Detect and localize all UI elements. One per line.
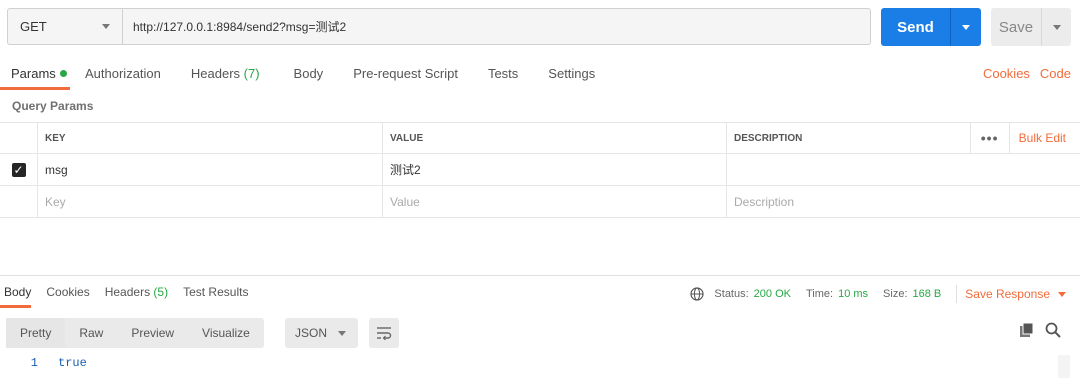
- search-icon[interactable]: [1045, 322, 1061, 338]
- line-number: 1: [30, 356, 38, 370]
- query-params-title: Query Params: [12, 99, 94, 113]
- table-header: KEY VALUE DESCRIPTION ••• Bulk Edit: [0, 122, 1080, 154]
- table-row-new: Key Value Description: [0, 186, 1080, 218]
- chevron-down-icon: [962, 24, 970, 30]
- chevron-down-icon: [338, 330, 346, 336]
- tab-params[interactable]: Params: [0, 60, 70, 90]
- tab-pre-request-script[interactable]: Pre-request Script: [353, 60, 458, 90]
- column-value: VALUE: [382, 123, 726, 153]
- scrollbar[interactable]: [1058, 355, 1070, 378]
- response-body-line: 1 true: [0, 356, 87, 376]
- column-key: KEY: [37, 123, 382, 153]
- status-label: Status:: [714, 288, 749, 300]
- pane-divider[interactable]: [0, 275, 1080, 276]
- save-response-button[interactable]: Save Response: [965, 287, 1066, 301]
- code-text: true: [58, 356, 87, 370]
- tab-headers[interactable]: Headers (7): [191, 60, 260, 90]
- view-mode-group: Pretty Raw Preview Visualize: [6, 318, 264, 348]
- tab-settings[interactable]: Settings: [548, 60, 595, 90]
- more-options-icon[interactable]: •••: [969, 123, 1010, 153]
- save-options-button[interactable]: [1041, 8, 1071, 46]
- method-value: GET: [20, 19, 47, 34]
- headers-count: (7): [243, 66, 260, 81]
- param-value-cell[interactable]: 测试2: [382, 154, 726, 185]
- response-headers-count: (5): [153, 285, 169, 299]
- view-pretty-button[interactable]: Pretty: [6, 318, 66, 348]
- chevron-down-icon: [1052, 24, 1061, 30]
- bulk-edit-link[interactable]: Bulk Edit: [1010, 131, 1080, 145]
- response-tabs: Body Cookies Headers (5) Test Results: [0, 282, 263, 308]
- view-visualize-button[interactable]: Visualize: [188, 318, 264, 348]
- url-value: http://127.0.0.1:8984/send2?msg=测试2: [133, 20, 347, 34]
- format-value: JSON: [295, 326, 328, 340]
- response-tab-test-results[interactable]: Test Results: [183, 282, 248, 308]
- send-button[interactable]: Send: [881, 8, 950, 46]
- method-select[interactable]: GET: [7, 8, 123, 45]
- params-table: KEY VALUE DESCRIPTION ••• Bulk Edit ✓ ms…: [0, 122, 1080, 218]
- chevron-down-icon: [102, 24, 110, 29]
- save-button[interactable]: Save: [991, 8, 1041, 46]
- chevron-down-icon: [1058, 291, 1066, 297]
- size-value[interactable]: 168 B: [913, 288, 942, 300]
- tab-body[interactable]: Body: [294, 60, 324, 90]
- cookies-link[interactable]: Cookies: [983, 66, 1030, 81]
- param-description-cell[interactable]: [726, 154, 1080, 185]
- format-select[interactable]: JSON: [285, 318, 358, 348]
- table-row: ✓ msg 测试2: [0, 154, 1080, 186]
- time-label: Time:: [805, 288, 834, 300]
- copy-icon[interactable]: [1019, 322, 1035, 338]
- divider: [956, 285, 958, 303]
- url-input[interactable]: http://127.0.0.1:8984/send2?msg=测试2: [123, 8, 871, 45]
- wrap-lines-button[interactable]: [369, 318, 399, 348]
- send-options-button[interactable]: [950, 8, 981, 46]
- globe-icon[interactable]: [690, 287, 705, 301]
- size-label: Size:: [883, 288, 908, 300]
- wrap-icon: [377, 327, 392, 340]
- code-link[interactable]: Code: [1040, 66, 1071, 81]
- tab-tests[interactable]: Tests: [488, 60, 518, 90]
- params-active-dot: [59, 70, 67, 77]
- time-value[interactable]: 10 ms: [838, 288, 868, 300]
- row-enabled-checkbox[interactable]: ✓: [11, 162, 26, 177]
- view-preview-button[interactable]: Preview: [117, 318, 188, 348]
- new-value-input[interactable]: Value: [382, 186, 726, 217]
- request-tabs: Params Authorization Headers (7) Body Pr…: [0, 60, 595, 90]
- param-key-cell[interactable]: msg: [37, 154, 382, 185]
- view-raw-button[interactable]: Raw: [65, 318, 117, 348]
- tab-authorization[interactable]: Authorization: [85, 60, 161, 90]
- new-description-input[interactable]: Description: [726, 186, 1080, 217]
- response-meta: Status: 200 OK Time: 10 ms Size: 168 B S…: [690, 285, 1066, 303]
- request-links: Cookies Code: [983, 66, 1071, 81]
- response-tab-body[interactable]: Body: [0, 282, 32, 308]
- new-key-input[interactable]: Key: [37, 186, 382, 217]
- response-tab-cookies[interactable]: Cookies: [46, 282, 89, 308]
- response-tab-headers[interactable]: Headers (5): [105, 282, 168, 308]
- status-value[interactable]: 200 OK: [754, 288, 791, 300]
